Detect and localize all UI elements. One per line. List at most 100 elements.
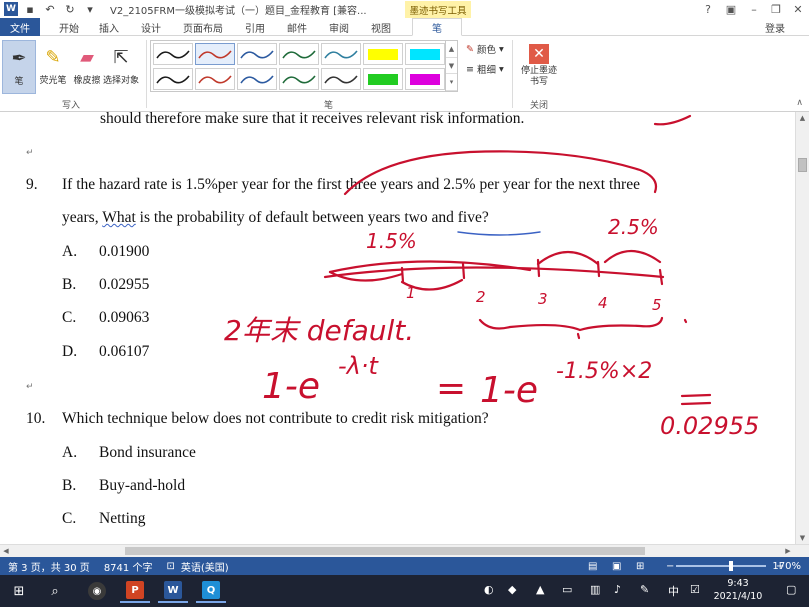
horizontal-scroll-thumb[interactable] [125,547,645,555]
ink-rate-second: 2.5% [608,215,659,239]
tab-file[interactable]: 文件 [0,18,40,36]
tab-references[interactable]: 引用 [238,18,272,36]
taskbar-clock[interactable]: 9:43 2021/4/10 [712,577,764,603]
tab-page-layout[interactable]: 页面布局 [178,18,228,36]
minimize-button[interactable]: – [743,0,765,18]
ink-timeline [323,266,665,279]
zoom-level[interactable]: 170% [772,557,801,575]
pen-style-swatch[interactable] [321,43,361,65]
redo-icon[interactable]: ↻ [62,2,78,16]
ink-dot [683,318,688,324]
eraser-tool-button[interactable]: ▰ 橡皮擦 [70,40,104,94]
tab-view[interactable]: 视图 [364,18,398,36]
collapse-ribbon-icon[interactable]: ∧ [796,98,803,108]
undo-icon[interactable]: ↶ [42,2,58,16]
scroll-down-icon[interactable]: ▼ [796,532,809,544]
pen-style-swatch[interactable] [279,68,319,90]
pen-color-dropdown[interactable]: ✎ 颜色 ▾ [466,42,504,57]
tab-pen[interactable]: 笔 [412,18,462,36]
group-divider [512,40,513,108]
pen-style-swatch[interactable] [321,68,361,90]
vertical-scroll-thumb[interactable] [798,158,807,172]
pen-style-swatch[interactable] [195,43,235,65]
web-layout-icon[interactable]: ⊞ [636,561,644,572]
pen-workspace-icon[interactable]: ✎ [640,583,649,596]
ink-formula-left-exponent: -λ·t [338,352,379,380]
tray-app-icon[interactable]: ▲ [536,583,544,596]
read-mode-icon[interactable]: ▤ [588,561,597,572]
ink-tools-context-tab: 墨迹书写工具 [405,1,471,18]
pen-style-swatch[interactable] [405,68,445,90]
eraser-icon: ▰ [80,46,94,68]
save-icon[interactable]: ▪ [22,2,38,16]
ink-tick-2: 2 [476,288,486,306]
document-area[interactable]: should therefore make sure that it recei… [0,112,795,544]
tray-app-icon[interactable]: ◐ [484,583,494,596]
gallery-down-icon[interactable]: ▼ [446,58,457,75]
help-button[interactable]: ? [697,0,719,18]
ime-indicator[interactable]: 中 [668,583,679,599]
pen-style-swatch[interactable] [237,68,277,90]
tab-review[interactable]: 审阅 [322,18,356,36]
tray-app-icon[interactable]: ◆ [508,583,516,596]
ink-bottom-brace [478,316,664,332]
zoom-slider[interactable] [676,561,766,571]
pen-icon: ✒ [11,47,27,69]
document-title: V2_2105FRM一级模拟考试（一）题目_金程教育 [兼容... [110,5,367,17]
notification-icon[interactable]: ▢ [786,583,796,596]
stop-inking-button[interactable]: ✕ 停止墨迹书写 [516,40,562,96]
vertical-scrollbar[interactable]: ▲ ▼ [795,112,809,544]
select-cursor-icon: ⇱ [113,46,129,68]
proofing-icon[interactable]: ⊡ [166,561,174,572]
pen-style-swatch[interactable] [153,43,193,65]
language-indicator[interactable]: 英语(美国) [181,559,229,574]
close-button[interactable]: ✕ [787,0,809,18]
search-icon[interactable]: ⌕ [40,579,70,603]
ribbon-display-options-button[interactable]: ▣ [720,0,742,18]
app-icon: Q [202,581,220,599]
pen-style-swatch[interactable] [405,43,445,65]
volume-icon[interactable]: ♪ [614,583,621,596]
group-label-pen: 笔 [324,101,334,111]
select-objects-button[interactable]: ⇱ 选择对象 [103,40,139,94]
zoom-slider-knob[interactable] [729,561,734,571]
pen-style-swatch[interactable] [363,43,403,65]
gallery-up-icon[interactable]: ▲ [446,41,457,58]
pen-style-swatch[interactable] [195,68,235,90]
taskbar-app-obs[interactable]: ◉ [82,579,112,603]
login-link[interactable]: 登录 [765,18,785,36]
scroll-left-icon[interactable]: ◀ [0,545,12,557]
pen-style-swatch[interactable] [279,43,319,65]
print-layout-icon[interactable]: ▣ [612,561,621,572]
ink-note-year-two-default: 2年末 default. [224,314,414,347]
highlighter-tool-button[interactable]: ✎ 荧光笔 [36,40,70,94]
horizontal-scrollbar[interactable]: ◀ ▶ [0,544,809,557]
tab-design[interactable]: 设计 [134,18,168,36]
word-app-icon[interactable]: W [4,2,18,16]
zoom-out-button[interactable]: − [666,561,674,572]
security-icon[interactable]: ☑ [690,583,700,596]
maximize-button[interactable]: ❐ [765,0,787,18]
tab-insert[interactable]: 插入 [92,18,126,36]
pen-style-swatch[interactable] [363,68,403,90]
pen-tool-button[interactable]: ✒ 笔 [2,40,36,94]
pen-style-gallery [150,40,446,92]
taskbar-app-other[interactable]: Q [196,579,226,603]
taskbar-app-powerpoint[interactable]: P [120,579,150,603]
scroll-right-icon[interactable]: ▶ [782,545,794,557]
word-count[interactable]: 8741 个字 [104,559,153,574]
tab-home[interactable]: 开始 [52,18,86,36]
tab-mailings[interactable]: 邮件 [280,18,314,36]
more-icon[interactable]: ▾ [82,2,98,16]
pen-thickness-dropdown[interactable]: ≡ 粗细 ▾ [466,62,504,77]
network-icon[interactable]: ▥ [590,583,600,596]
pen-style-swatch[interactable] [153,68,193,90]
page-count[interactable]: 第 3 页，共 30 页 [8,559,90,574]
windows-start-icon[interactable]: ⊞ [4,579,34,603]
battery-icon[interactable]: ▭ [562,583,572,596]
taskbar-app-word[interactable]: W [158,579,188,603]
gallery-expand-icon[interactable]: ▾ [446,74,457,92]
obs-icon: ◉ [88,582,106,600]
scroll-up-icon[interactable]: ▲ [796,112,809,124]
pen-style-swatch[interactable] [237,43,277,65]
